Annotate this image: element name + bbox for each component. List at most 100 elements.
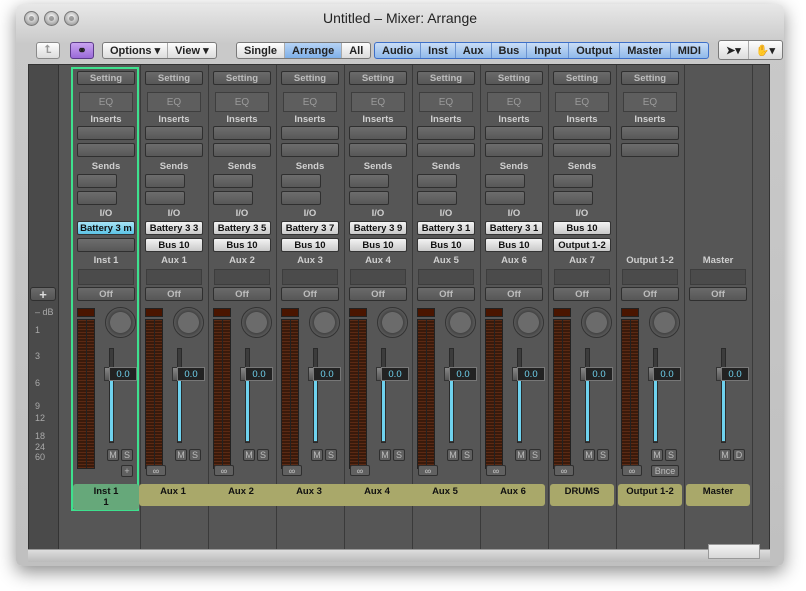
input-slot[interactable]: Battery 3 1 bbox=[485, 221, 543, 235]
view-single[interactable]: Single bbox=[237, 43, 286, 58]
stereo-link-icon[interactable]: ∞ bbox=[554, 465, 574, 476]
send-slot[interactable] bbox=[77, 174, 117, 188]
eq-display[interactable]: EQ bbox=[351, 92, 405, 112]
solo-button[interactable]: S bbox=[189, 449, 201, 461]
setting-button[interactable]: Setting bbox=[77, 71, 135, 85]
group-slot[interactable] bbox=[214, 269, 270, 285]
filter-audio[interactable]: Audio bbox=[375, 43, 422, 58]
eq-display[interactable]: EQ bbox=[283, 92, 337, 112]
volume-value[interactable]: 0.0 bbox=[517, 367, 545, 381]
insert-slot[interactable] bbox=[621, 126, 679, 140]
solo-button[interactable]: S bbox=[325, 449, 337, 461]
output-slot[interactable]: Bus 10 bbox=[485, 238, 543, 252]
eq-display[interactable]: EQ bbox=[487, 92, 541, 112]
insert-slot[interactable] bbox=[213, 126, 271, 140]
volume-value[interactable]: 0.0 bbox=[721, 367, 749, 381]
volume-value[interactable]: 0.0 bbox=[449, 367, 477, 381]
solo-button[interactable]: S bbox=[529, 449, 541, 461]
insert-slot[interactable] bbox=[145, 126, 203, 140]
options-menu[interactable]: Options ▾ bbox=[103, 43, 169, 58]
pan-knob[interactable] bbox=[581, 307, 612, 338]
eq-display[interactable]: EQ bbox=[623, 92, 677, 112]
track-name-plate[interactable]: Master bbox=[686, 484, 750, 506]
up-arrow-icon[interactable]: ⮤ bbox=[36, 42, 60, 59]
add-strip-button[interactable]: + bbox=[30, 287, 56, 302]
send-slot[interactable] bbox=[553, 191, 593, 205]
insert-slot[interactable] bbox=[281, 126, 339, 140]
insert-slot[interactable] bbox=[417, 143, 475, 157]
output-slot[interactable] bbox=[77, 238, 135, 252]
automation-mode-button[interactable]: Off bbox=[553, 287, 611, 301]
stereo-link-icon[interactable]: ∞ bbox=[282, 465, 302, 476]
insert-slot[interactable] bbox=[213, 143, 271, 157]
insert-slot[interactable] bbox=[417, 126, 475, 140]
send-slot[interactable] bbox=[553, 174, 593, 188]
send-slot[interactable] bbox=[485, 191, 525, 205]
automation-mode-button[interactable]: Off bbox=[145, 287, 203, 301]
volume-value[interactable]: 0.0 bbox=[653, 367, 681, 381]
send-slot[interactable] bbox=[417, 191, 457, 205]
filter-input[interactable]: Input bbox=[527, 43, 570, 58]
input-slot[interactable]: Battery 3 3 bbox=[145, 221, 203, 235]
stereo-link-icon[interactable]: ∞ bbox=[146, 465, 166, 476]
insert-slot[interactable] bbox=[553, 143, 611, 157]
link-icon[interactable]: ⚭ bbox=[70, 42, 94, 59]
filter-aux[interactable]: Aux bbox=[456, 43, 492, 58]
input-slot[interactable]: Battery 3 m bbox=[77, 221, 135, 235]
mute-button[interactable]: M bbox=[379, 449, 391, 461]
output-slot[interactable]: Bus 10 bbox=[281, 238, 339, 252]
solo-button[interactable]: S bbox=[393, 449, 405, 461]
send-slot[interactable] bbox=[485, 174, 525, 188]
mute-button[interactable]: M bbox=[651, 449, 663, 461]
automation-mode-button[interactable]: Off bbox=[281, 287, 339, 301]
eq-display[interactable]: EQ bbox=[419, 92, 473, 112]
group-slot[interactable] bbox=[78, 269, 134, 285]
filter-inst[interactable]: Inst bbox=[421, 43, 456, 58]
insert-slot[interactable] bbox=[485, 126, 543, 140]
filter-output[interactable]: Output bbox=[569, 43, 621, 58]
send-slot[interactable] bbox=[349, 191, 389, 205]
mute-button[interactable]: M bbox=[311, 449, 323, 461]
view-arrange[interactable]: Arrange bbox=[285, 43, 343, 58]
pan-knob[interactable] bbox=[105, 307, 136, 338]
volume-value[interactable]: 0.0 bbox=[177, 367, 205, 381]
view-menu[interactable]: View ▾ bbox=[168, 43, 215, 58]
eq-display[interactable]: EQ bbox=[555, 92, 609, 112]
mute-button[interactable]: M bbox=[447, 449, 459, 461]
filter-midi[interactable]: MIDI bbox=[671, 43, 708, 58]
input-slot[interactable]: Battery 3 1 bbox=[417, 221, 475, 235]
view-all[interactable]: All bbox=[342, 43, 370, 58]
hand-tool-icon[interactable]: ✋▾ bbox=[749, 41, 782, 59]
volume-value[interactable]: 0.0 bbox=[109, 367, 137, 381]
send-slot[interactable] bbox=[213, 174, 253, 188]
mute-button[interactable]: M bbox=[515, 449, 527, 461]
track-name-plate[interactable]: Aux 1 Aux 2 Aux 3 Aux 4 Aux 5 Aux 6 bbox=[139, 484, 545, 506]
insert-slot[interactable] bbox=[145, 143, 203, 157]
output-slot[interactable]: Bus 10 bbox=[213, 238, 271, 252]
group-slot[interactable] bbox=[350, 269, 406, 285]
zoom-slider[interactable] bbox=[708, 544, 760, 559]
stereo-link-icon[interactable]: ∞ bbox=[350, 465, 370, 476]
stereo-link-icon[interactable]: ∞ bbox=[486, 465, 506, 476]
group-slot[interactable] bbox=[622, 269, 678, 285]
setting-button[interactable]: Setting bbox=[621, 71, 679, 85]
output-slot[interactable]: Bus 10 bbox=[349, 238, 407, 252]
setting-button[interactable]: Setting bbox=[213, 71, 271, 85]
volume-value[interactable]: 0.0 bbox=[381, 367, 409, 381]
track-name-plate[interactable]: DRUMS bbox=[550, 484, 614, 506]
filter-master[interactable]: Master bbox=[620, 43, 671, 58]
setting-button[interactable]: Setting bbox=[349, 71, 407, 85]
setting-button[interactable]: Setting bbox=[417, 71, 475, 85]
pan-knob[interactable] bbox=[309, 307, 340, 338]
pan-knob[interactable] bbox=[513, 307, 544, 338]
group-slot[interactable] bbox=[282, 269, 338, 285]
add-button[interactable]: + bbox=[121, 465, 133, 477]
insert-slot[interactable] bbox=[349, 126, 407, 140]
input-slot[interactable]: Battery 3 9 bbox=[349, 221, 407, 235]
track-name-plate[interactable]: Inst 11 bbox=[73, 484, 139, 510]
filter-bus[interactable]: Bus bbox=[492, 43, 528, 58]
volume-value[interactable]: 0.0 bbox=[585, 367, 613, 381]
bounce-button[interactable]: Bnce bbox=[651, 465, 679, 477]
mute-button[interactable]: M bbox=[107, 449, 119, 461]
stereo-link-icon[interactable]: ∞ bbox=[214, 465, 234, 476]
